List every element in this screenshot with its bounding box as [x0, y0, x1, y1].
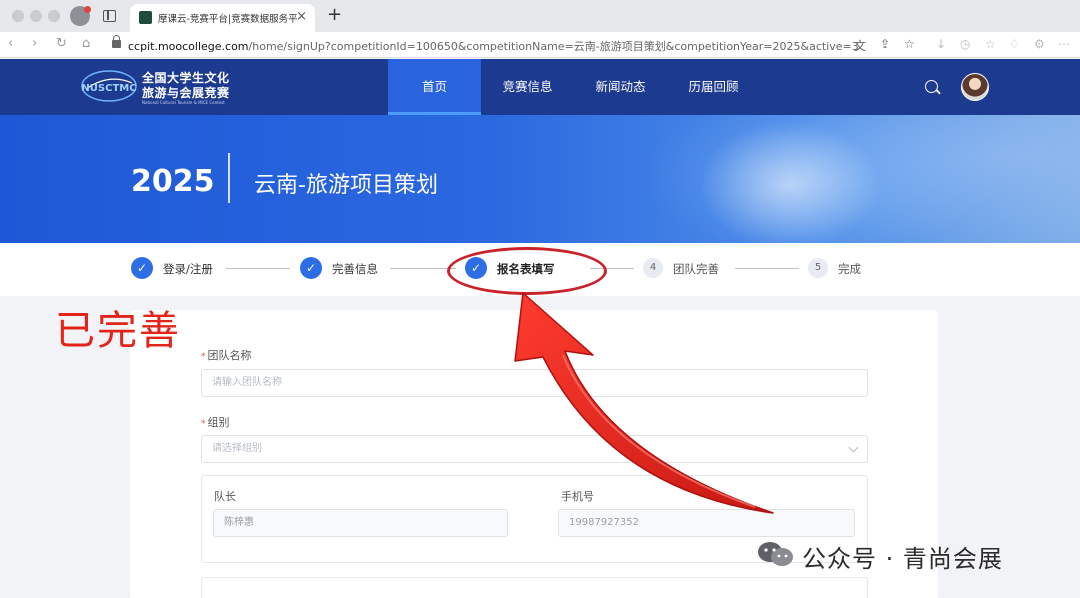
watermark-text: 公众号 · 青尚会展 — [802, 545, 1003, 573]
history-icon[interactable]: ◷ — [960, 37, 970, 51]
browser-tab[interactable]: 摩课云-竞赛平台|竞赛数据服务平 × — [130, 4, 315, 32]
team-name-label-text: 团队名称 — [207, 349, 252, 362]
logo-line-3: National Cultural Tourism & MICE Contest — [142, 100, 225, 105]
nav-competition-info[interactable]: 竞赛信息 — [481, 59, 574, 115]
download-icon[interactable]: ↓ — [936, 37, 946, 51]
chevron-down-icon — [848, 442, 859, 453]
window-minimize-dot[interactable] — [30, 10, 42, 22]
banner-divider — [228, 153, 230, 203]
tab-title: 摩课云-竞赛平台|竞赛数据服务平 — [158, 14, 298, 25]
competition-banner: 2025 云南-旅游项目策划 — [0, 115, 1080, 243]
profile-notification-dot — [84, 6, 91, 13]
step-4-number: 4 — [643, 258, 663, 278]
extensions-icon[interactable]: ⚙ — [1034, 37, 1045, 51]
nav-past-review[interactable]: 历届回顾 — [667, 59, 760, 115]
group-label-text: 组别 — [207, 416, 230, 429]
wechat-icon — [758, 542, 793, 566]
new-tab-button[interactable]: + — [327, 4, 342, 25]
favorites-icon[interactable]: ☆ — [985, 37, 996, 51]
window-close-dot[interactable] — [12, 10, 24, 22]
bookmark-star-icon[interactable]: ☆ — [904, 37, 915, 51]
step-2-check-icon: ✓ — [300, 257, 322, 279]
competition-logo-icon[interactable]: NUSCTMC — [80, 69, 138, 103]
share-icon[interactable]: ⇪ — [880, 37, 890, 51]
more-menu-icon[interactable]: ⋯ — [1058, 37, 1070, 51]
step-connector — [735, 268, 799, 269]
next-section-card — [201, 577, 868, 598]
back-icon[interactable]: ‹ — [8, 36, 13, 51]
banner-title: 云南-旅游项目策划 — [254, 173, 438, 198]
group-label: * 组别 — [201, 414, 230, 430]
tab-close-icon[interactable]: × — [296, 9, 307, 24]
group-select-placeholder: 请选择组别 — [212, 443, 262, 454]
step-5-number: 5 — [808, 258, 828, 278]
step-1-label[interactable]: 登录/注册 — [163, 261, 213, 277]
home-icon[interactable]: ⌂ — [82, 36, 90, 51]
step-connector — [226, 268, 290, 269]
required-mark: * — [201, 419, 206, 429]
sidebar-toggle-icon[interactable] — [103, 10, 116, 22]
forward-icon[interactable]: › — [32, 36, 37, 51]
address-bar: ‹ › ↻ ⌂ ccpit.moocollege.com/home/signUp… — [0, 32, 1080, 58]
team-name-label: * 团队名称 — [201, 347, 252, 363]
banner-year: 2025 — [131, 164, 215, 199]
leader-name-field[interactable]: 陈梓惠 — [213, 509, 508, 537]
step-5-label[interactable]: 完成 — [838, 261, 861, 277]
step-4-label[interactable]: 团队完善 — [673, 261, 719, 277]
url-field[interactable]: ccpit.moocollege.com/home/signUp?competi… — [128, 38, 859, 54]
url-path: /home/signUp?competitionId=100650&compet… — [248, 40, 859, 53]
completed-annotation: 已完善 — [55, 308, 181, 354]
logo-line-2: 旅游与会展竞赛 — [142, 86, 230, 100]
nav-news[interactable]: 新闻动态 — [574, 59, 667, 115]
avatar[interactable] — [961, 73, 989, 101]
translate-icon[interactable]: 文 — [854, 37, 866, 54]
lock-icon[interactable] — [112, 35, 121, 48]
browser-tab-strip: 摩课云-竞赛平台|竞赛数据服务平 × + — [0, 0, 1080, 32]
search-icon[interactable] — [925, 80, 938, 93]
nav-home[interactable]: 首页 — [388, 59, 481, 115]
leader-label: 队长 — [214, 490, 236, 503]
reload-icon[interactable]: ↻ — [56, 36, 67, 51]
site-header: NUSCTMC 全国大学生文化 旅游与会展竞赛 National Cultura… — [0, 59, 1080, 115]
tab-favicon — [139, 11, 152, 24]
step-1-check-icon: ✓ — [131, 257, 153, 279]
required-mark: * — [201, 352, 206, 362]
window-zoom-dot[interactable] — [48, 10, 60, 22]
url-host: ccpit.moocollege.com — [128, 40, 249, 53]
notifications-icon[interactable]: ♢ — [1009, 37, 1020, 51]
red-arrow-icon — [514, 292, 774, 514]
logo-mark-text: NUSCTMC — [81, 83, 136, 94]
step-2-label[interactable]: 完善信息 — [332, 261, 378, 277]
